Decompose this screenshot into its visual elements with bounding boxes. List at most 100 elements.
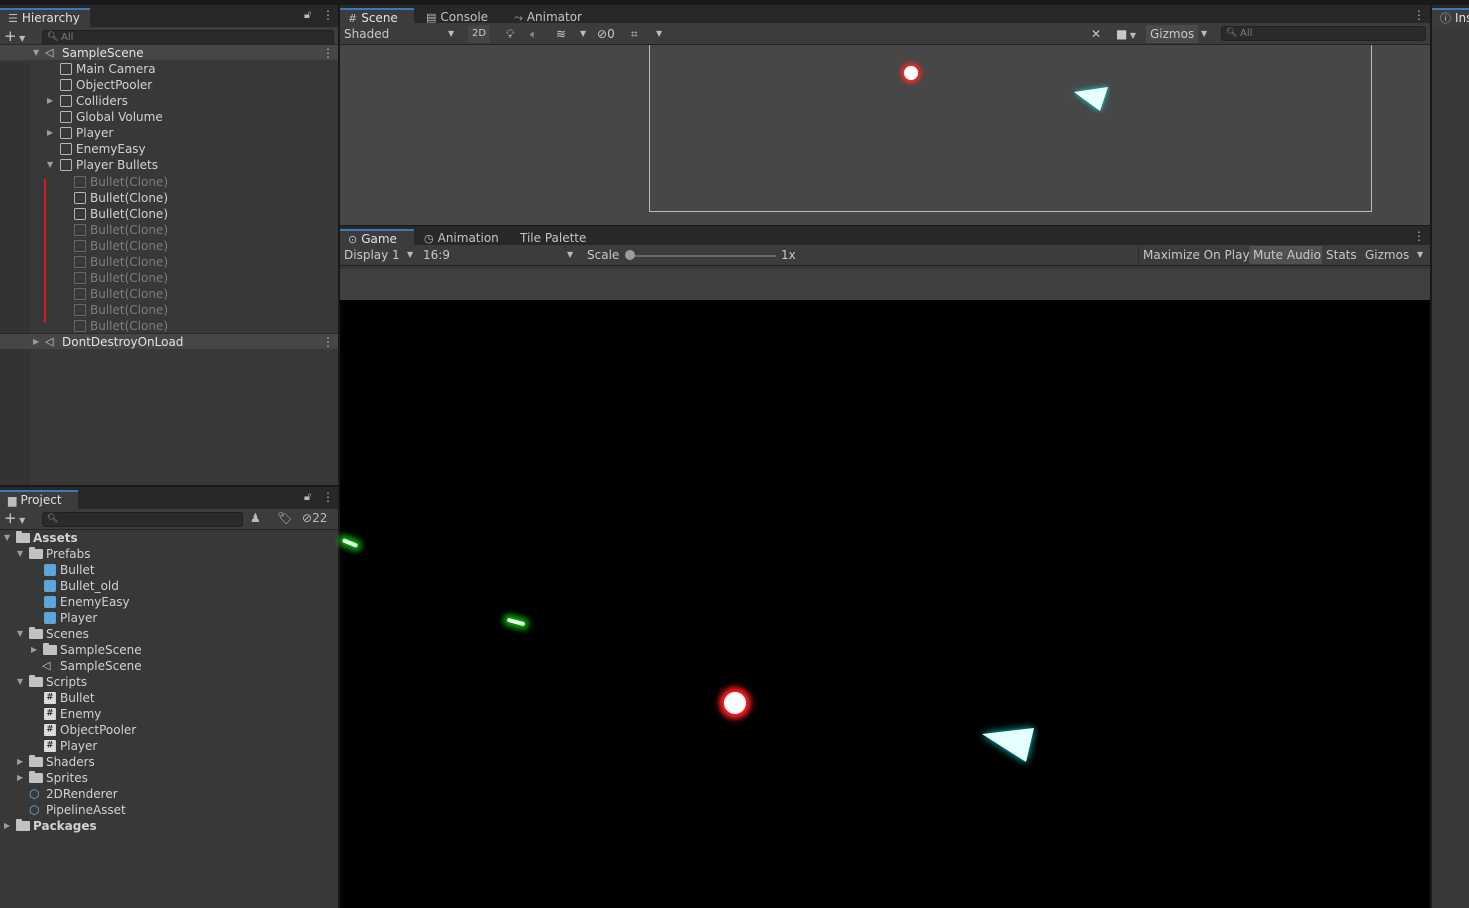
effects-toggle-icon[interactable]: ≋ [556,25,566,43]
tab-hierarchy[interactable]: ☰ Hierarchy [0,8,90,27]
shading-mode-dropdown[interactable]: Shaded ▼ [344,25,460,43]
collapse-arrow-icon[interactable]: ▼ [17,546,23,562]
asset-script-bullet[interactable]: # Bullet [0,690,338,706]
maximize-on-play-button[interactable]: Maximize On Play [1138,246,1254,264]
tab-project[interactable]: ▆ Project [0,490,78,509]
mute-audio-button[interactable]: Mute Audio [1249,246,1325,264]
asset-script-enemy[interactable]: # Enemy [0,706,338,722]
kebab-menu-icon[interactable]: ⋮ [1413,8,1425,22]
camera-icon[interactable]: ■ ▼ [1116,25,1136,43]
expand-arrow-icon[interactable]: ▶ [4,818,10,834]
expand-arrow-icon[interactable]: ▶ [17,770,23,786]
tab-inspector[interactable]: ⓘIns [1432,8,1469,27]
aspect-dropdown[interactable]: 16:9 ▼ [423,246,577,264]
scene-root-row[interactable]: ▼ ◁ SampleScene ⋮ [0,44,338,60]
hierarchy-item-player[interactable]: ▶ Player [0,125,338,141]
hierarchy-item-bullet-clone[interactable]: Bullet(Clone) [0,318,338,334]
scale-value: 1x [781,248,796,262]
hierarchy-item-bullet-clone[interactable]: Bullet(Clone) [0,238,338,254]
asset-scene-samplescene[interactable]: ◁ SampleScene [0,658,338,674]
kebab-menu-icon[interactable]: ⋮ [1413,229,1425,243]
display-dropdown[interactable]: Display 1 ▼ [344,246,418,264]
asset-prefab-bullet-old[interactable]: Bullet_old [0,578,338,594]
hierarchy-item-player-bullets[interactable]: ▼ Player Bullets [0,157,338,173]
hierarchy-item-bullet-clone[interactable]: Bullet(Clone) [0,270,338,286]
scene-viewport[interactable] [340,45,1430,225]
folder-samplescene[interactable]: ▶ SampleScene [0,642,338,658]
hierarchy-item-bullet-clone[interactable]: Bullet(Clone) [0,174,338,190]
search-by-label-icon[interactable]: 🏷︎ [277,511,292,525]
kebab-menu-icon[interactable]: ⋮ [322,8,334,22]
lock-icon[interactable]: 🔓︎ [304,490,311,504]
expand-arrow-icon[interactable]: ▶ [31,642,37,658]
scene-visibility-toggle[interactable]: ⊘0 [597,25,615,43]
asset-script-player[interactable]: # Player [0,738,338,754]
scene-search-input[interactable]: 🔍︎ All [1221,26,1426,41]
hierarchy-item-global-volume[interactable]: Global Volume [0,109,338,125]
hierarchy-item-main-camera[interactable]: Main Camera [0,61,338,77]
collapse-arrow-icon[interactable]: ▼ [17,626,23,642]
collapse-arrow-icon[interactable]: ▼ [17,674,23,690]
chevron-down-icon: ▼ [448,29,455,38]
folder-prefabs[interactable]: ▼ Prefabs [0,546,338,562]
game-viewport[interactable] [340,300,1430,908]
lock-icon[interactable]: 🔓︎ [304,8,311,22]
collapse-arrow-icon[interactable]: ▼ [4,530,10,546]
expand-arrow-icon[interactable]: ▶ [17,754,23,770]
folder-scenes[interactable]: ▼ Scenes [0,626,338,642]
tools-icon[interactable]: ✕ [1091,25,1101,43]
project-search-input[interactable]: 🔍︎ [42,512,243,527]
kebab-menu-icon[interactable]: ⋮ [322,490,334,504]
hierarchy-item-bullet-clone[interactable]: Bullet(Clone) [0,190,338,206]
dontdestroy-root-row[interactable]: ▶ ◁ DontDestroyOnLoad ⋮ [0,333,338,349]
csharp-script-icon: # [44,740,56,752]
expand-arrow-icon[interactable]: ▼ [33,45,39,61]
hierarchy-search-input[interactable]: 🔍︎ All [42,30,334,45]
effects-dropdown-icon[interactable]: ▼ [580,25,586,43]
asset-prefab-bullet[interactable]: Bullet [0,562,338,578]
hierarchy-item-colliders[interactable]: ▶ Colliders [0,93,338,109]
grid-snap-icon[interactable]: ⌗ [631,25,638,43]
asset-2drenderer[interactable]: ⬡ 2DRenderer [0,786,338,802]
hierarchy-item-bullet-clone[interactable]: Bullet(Clone) [0,206,338,222]
asset-script-objectpooler[interactable]: # ObjectPooler [0,722,338,738]
hierarchy-item-enemyeasy[interactable]: EnemyEasy [0,141,338,157]
collapse-arrow-icon[interactable]: ▼ [47,157,53,173]
asset-pipelineasset[interactable]: ⬡ PipelineAsset [0,802,338,818]
toggle-2d-button[interactable]: 2D [468,25,491,43]
hierarchy-item-bullet-clone[interactable]: Bullet(Clone) [0,254,338,270]
grid-dropdown-icon[interactable]: ▼ [656,25,662,43]
scene-enemy-sprite[interactable] [904,66,918,80]
gizmos-dropdown-icon[interactable]: ▼ [1201,25,1207,43]
scale-slider-handle[interactable] [625,250,635,260]
folder-packages[interactable]: ▶ Packages [0,818,338,834]
gizmos-dropdown-icon[interactable]: ▼ [1417,246,1423,264]
project-panel: ▆ Project 🔓︎ ⋮ + ▼ 🔍︎ ♟ 🏷︎ ⊘22 ▼ Assets ▼… [0,487,338,908]
folder-shaders[interactable]: ▶ Shaders [0,754,338,770]
folder-scripts[interactable]: ▼ Scripts [0,674,338,690]
scene-player-sprite[interactable] [1070,83,1110,113]
scene-kebab-icon[interactable]: ⋮ [322,45,334,61]
folder-assets[interactable]: ▼ Assets [0,530,338,546]
asset-prefab-player[interactable]: Player [0,610,338,626]
game-gizmos-button[interactable]: Gizmos [1361,246,1414,264]
stats-button[interactable]: Stats [1322,246,1361,264]
audio-toggle-icon[interactable]: 🔈︎ [530,25,537,43]
folder-sprites[interactable]: ▶ Sprites [0,770,338,786]
hierarchy-item-bullet-clone[interactable]: Bullet(Clone) [0,222,338,238]
expand-arrow-icon[interactable]: ▶ [47,125,53,141]
camera-bounds-frame [649,45,1372,212]
search-by-type-icon[interactable]: ♟ [250,511,261,525]
scale-slider-track[interactable] [628,255,776,257]
create-button[interactable]: + ▼ [4,509,25,530]
scene-gizmos-button[interactable]: Gizmos [1146,25,1199,43]
lighting-toggle-icon[interactable]: 💡︎ [506,25,514,43]
hierarchy-item-bullet-clone[interactable]: Bullet(Clone) [0,286,338,302]
expand-arrow-icon[interactable]: ▶ [33,334,39,350]
hierarchy-item-bullet-clone[interactable]: Bullet(Clone) [0,302,338,318]
asset-prefab-enemyeasy[interactable]: EnemyEasy [0,594,338,610]
dontdestroy-kebab-icon[interactable]: ⋮ [322,334,334,350]
expand-arrow-icon[interactable]: ▶ [47,93,53,109]
hidden-packages-toggle[interactable]: ⊘22 [302,511,327,525]
hierarchy-item-objectpooler[interactable]: ObjectPooler [0,77,338,93]
